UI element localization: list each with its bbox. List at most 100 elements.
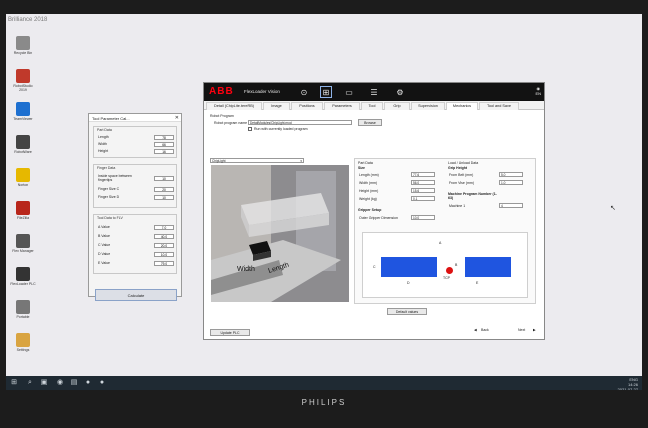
app2-taskbar-icon[interactable]: ● bbox=[98, 379, 106, 387]
desktop-shortcut[interactable]: Recycle Bin bbox=[10, 36, 36, 55]
part-3d-view: Length Width bbox=[211, 165, 349, 302]
dialog-title: Tool Parameter Cal... bbox=[89, 114, 181, 122]
desktop-shortcut[interactable]: Norton bbox=[10, 168, 36, 187]
search-icon[interactable]: ⌕ bbox=[26, 379, 34, 387]
part-select[interactable]: ChipLight ▾ bbox=[210, 158, 304, 163]
app-taskbar-icon[interactable]: ● bbox=[84, 379, 92, 387]
tab-bar: Detail (ChipLite.tereRB) Image Positions… bbox=[204, 101, 544, 110]
form-row: Length 78 bbox=[98, 135, 174, 140]
length-mm-field[interactable]: 77.6 bbox=[411, 172, 435, 177]
tab-detail[interactable]: Detail (ChipLite.tereRB) bbox=[206, 102, 262, 110]
run-loaded-checkbox[interactable] bbox=[248, 127, 252, 131]
tab-positions[interactable]: Positions bbox=[291, 102, 323, 110]
next-link[interactable]: Next bbox=[518, 328, 525, 332]
desktop-shortcut-label: Portable bbox=[16, 315, 30, 319]
flex-manager-icon bbox=[16, 234, 30, 248]
start-icon[interactable]: ⊞ bbox=[10, 379, 18, 387]
grip-height-heading: Grip Height bbox=[448, 166, 468, 170]
dim-d-label: D bbox=[407, 281, 410, 285]
d-value-field[interactable]: 10.0 bbox=[154, 252, 174, 257]
outer-gripper-field[interactable]: 10.0 bbox=[411, 215, 435, 220]
monitor-icon[interactable]: ▭ bbox=[343, 86, 355, 98]
form-row: Inside space between fingertips 10 bbox=[98, 174, 174, 184]
finger-data-group: Finger Data Inside space between fingert… bbox=[93, 164, 177, 208]
taskbar: ⊞ ⌕ ▣ ◉ ▤ ● ● ENG 14:26 2021-07-27 bbox=[6, 376, 642, 390]
sliders-icon[interactable]: ☰ bbox=[368, 86, 380, 98]
e-value-field[interactable]: 79.0 bbox=[154, 261, 174, 266]
tab-tool-and-save[interactable]: Tool and Save bbox=[479, 102, 519, 110]
default-values-button[interactable]: Default values bbox=[387, 308, 427, 315]
field-label: Width (mm) bbox=[359, 181, 378, 185]
part-data-group: Part Data Length 78 Width 66 Height 16 bbox=[93, 126, 177, 158]
tab-grip[interactable]: Grip bbox=[384, 102, 410, 110]
grid-icon[interactable]: ⊞ bbox=[320, 86, 332, 98]
field-label: From Belt (mm) bbox=[449, 173, 474, 177]
desktop-shortcut-label: TeamViewer bbox=[13, 117, 33, 121]
tab-parameters[interactable]: Parameters bbox=[324, 102, 360, 110]
form-row: Height 16 bbox=[98, 149, 174, 154]
robot-program-name-field[interactable]: DetailModules/ChipLight.mod bbox=[248, 120, 352, 125]
browse-button[interactable]: Browse bbox=[358, 119, 382, 126]
field-label: Width bbox=[98, 142, 107, 146]
desktop-shortcut[interactable]: FileZilla bbox=[10, 201, 36, 220]
tab-image[interactable]: Image bbox=[263, 102, 290, 110]
form-row: B Value 40.0 bbox=[98, 234, 174, 239]
flexloader-window: ABB FlexLoader Vision ⊙ ⊞ ▭ ☰ ⚙ ◉ EN Deta… bbox=[203, 82, 545, 340]
finger-space-field[interactable]: 10 bbox=[154, 176, 174, 181]
screen: Recycle Bin RobotStudio 2019 TeamViewer Rob… bbox=[6, 14, 642, 390]
desktop-shortcut[interactable]: Settings bbox=[10, 333, 36, 352]
part-select-value: ChipLight bbox=[212, 159, 226, 163]
close-icon[interactable]: ✕ bbox=[175, 115, 179, 121]
back-arrow-icon[interactable]: ◀ bbox=[474, 328, 477, 332]
language-selector[interactable]: ◉ EN bbox=[535, 86, 541, 96]
update-plc-button[interactable]: Update PLC bbox=[210, 329, 250, 336]
finger-size-d-field[interactable]: 10 bbox=[154, 195, 174, 200]
width-field[interactable]: 66 bbox=[154, 142, 174, 147]
desktop-shortcut[interactable]: Portable bbox=[10, 300, 36, 319]
desktop-shortcut[interactable]: RobotWare bbox=[10, 135, 36, 154]
height-field[interactable]: 16 bbox=[154, 149, 174, 154]
back-link[interactable]: Back bbox=[481, 328, 489, 332]
field-label: Height bbox=[98, 149, 109, 153]
part-data-panel: Part Data Size Length (mm) 77.6 Width (m… bbox=[354, 158, 536, 304]
group-title: Tool Data to FLV bbox=[97, 216, 123, 220]
teamviewer-icon bbox=[16, 102, 30, 116]
desktop-shortcut[interactable]: Flex Manager bbox=[10, 234, 36, 253]
width-mm-field[interactable]: 56.0 bbox=[411, 180, 435, 185]
tab-mechanics[interactable]: Mechanics bbox=[446, 102, 478, 110]
from-belt-field[interactable]: 5.0 bbox=[499, 172, 523, 177]
desktop-shortcut-label: RobotStudio 2019 bbox=[13, 84, 33, 92]
height-mm-field[interactable]: 15.6 bbox=[411, 188, 435, 193]
camera-icon[interactable]: ⊙ bbox=[298, 86, 310, 98]
field-label: D Value bbox=[98, 252, 111, 256]
form-row: A Value 7.0 bbox=[98, 225, 174, 230]
finger-size-c-field[interactable]: 20 bbox=[154, 187, 174, 192]
a-value-field[interactable]: 7.0 bbox=[154, 225, 174, 230]
machine-number-select[interactable]: 4 bbox=[499, 203, 523, 208]
robot-program-heading: Robot Program bbox=[210, 114, 234, 118]
c-value-field[interactable]: 20.0 bbox=[154, 243, 174, 248]
length-field[interactable]: 78 bbox=[154, 135, 174, 140]
desktop-shortcut[interactable]: TeamViewer bbox=[10, 102, 36, 121]
from-vise-field[interactable]: 1.0 bbox=[499, 180, 523, 185]
b-value-field[interactable]: 40.0 bbox=[154, 234, 174, 239]
flexloader-taskbar-icon[interactable]: ◉ bbox=[56, 379, 64, 387]
calculate-button[interactable]: Calculate bbox=[95, 289, 177, 301]
task-view-icon[interactable]: ▣ bbox=[40, 379, 48, 387]
next-arrow-icon[interactable]: ▶ bbox=[533, 328, 536, 332]
group-title: Finger Data bbox=[97, 166, 116, 170]
tab-supervision[interactable]: Supervision bbox=[411, 102, 445, 110]
system-tray[interactable]: ENG 14:26 2021-07-27 bbox=[618, 377, 638, 390]
monitor-bezel: Recycle Bin RobotStudio 2019 TeamViewer Rob… bbox=[0, 0, 648, 428]
field-label: Weight (kg) bbox=[359, 197, 377, 201]
desktop-shortcut[interactable]: RobotStudio 2019 bbox=[10, 69, 36, 92]
robot-program-name-label: Robot program name bbox=[214, 121, 248, 125]
gripper-schematic: A B C D E TCP bbox=[362, 232, 528, 298]
desktop-shortcut[interactable]: FlexLoader PLC bbox=[10, 267, 36, 286]
explorer-icon[interactable]: ▤ bbox=[70, 379, 78, 387]
robot-icon[interactable]: ⚙ bbox=[394, 86, 406, 98]
part-data-title: Part Data bbox=[358, 161, 373, 165]
weight-kg-field[interactable]: 0.1 bbox=[411, 196, 435, 201]
robotstudio-icon bbox=[16, 69, 30, 83]
tab-tool[interactable]: Tool bbox=[361, 102, 383, 110]
